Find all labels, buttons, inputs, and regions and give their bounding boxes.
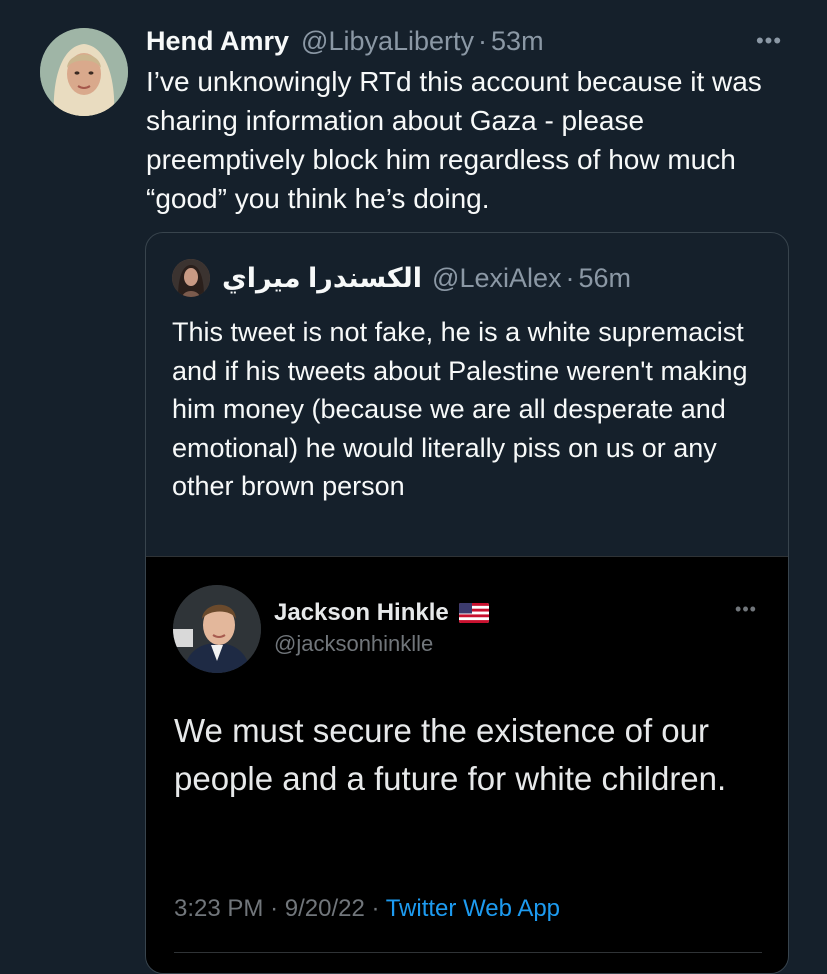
embedded-tweet-text: We must secure the existence of our peop… bbox=[174, 712, 727, 797]
embedded-avatar bbox=[173, 585, 261, 673]
embedded-date: 9/20/22 bbox=[284, 895, 365, 922]
more-icon[interactable]: ••• bbox=[752, 30, 786, 52]
divider bbox=[174, 952, 762, 953]
embedded-author-handle: @jacksonhinklle bbox=[274, 631, 434, 656]
separator-dot: · bbox=[270, 895, 279, 922]
profile-photo-icon bbox=[40, 28, 128, 116]
quoted-author-name[interactable]: الكسندرا ميراي bbox=[222, 263, 422, 294]
author-handle[interactable]: @LibyaLiberty bbox=[301, 26, 474, 57]
profile-photo-icon bbox=[172, 259, 210, 297]
separator-dot: · bbox=[371, 895, 380, 922]
embedded-time: 3:23 PM bbox=[174, 895, 264, 922]
tweet-timestamp[interactable]: 53m bbox=[491, 26, 544, 57]
quoted-timestamp[interactable]: 56m bbox=[579, 263, 632, 294]
avatar[interactable] bbox=[40, 28, 128, 116]
more-icon: ••• bbox=[735, 599, 757, 619]
embedded-source: Twitter Web App bbox=[385, 895, 561, 922]
profile-photo-icon bbox=[173, 585, 261, 673]
embedded-screenshot[interactable]: Jackson Hinkle @jacksonhinklle ••• We mu… bbox=[146, 556, 788, 973]
separator-dot: · bbox=[565, 262, 575, 293]
quoted-avatar[interactable] bbox=[172, 259, 210, 297]
embedded-name-row: Jackson Hinkle bbox=[274, 599, 489, 627]
us-flag-icon bbox=[458, 603, 489, 623]
separator-dot: · bbox=[478, 26, 488, 56]
tweet-header: Hend Amry @LibyaLiberty · 53m bbox=[146, 26, 544, 60]
quoted-tweet-text: This tweet is not fake, he is a white su… bbox=[172, 317, 748, 502]
author-name[interactable]: Hend Amry bbox=[146, 26, 289, 57]
embedded-tweet-meta: 3:23 PM · 9/20/22 · Twitter Web App bbox=[174, 895, 560, 923]
quoted-author-handle[interactable]: @LexiAlex bbox=[432, 263, 561, 294]
quoted-tweet-header: الكسندرا ميراي @LexiAlex · 56m bbox=[172, 257, 631, 299]
quoted-tweet[interactable]: الكسندرا ميراي @LexiAlex · 56m This twee… bbox=[145, 232, 789, 974]
tweet-text: I’ve unknowingly RTd this account becaus… bbox=[146, 66, 762, 214]
tweet: Hend Amry @LibyaLiberty · 53m ••• I’ve u… bbox=[0, 0, 827, 974]
embedded-author-name: Jackson Hinkle bbox=[274, 599, 449, 626]
